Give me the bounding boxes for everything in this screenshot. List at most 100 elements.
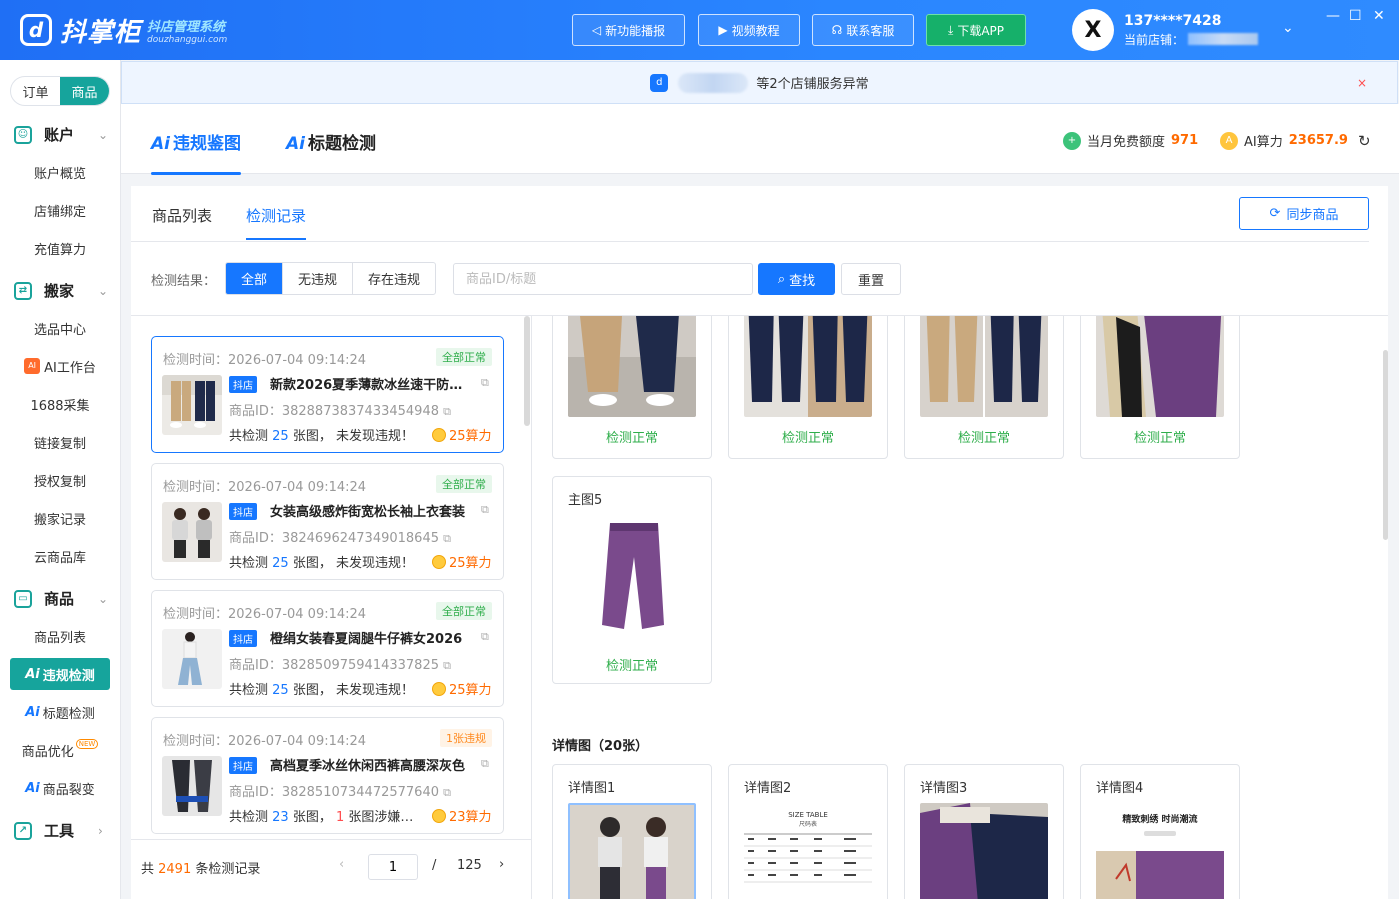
switch-goods[interactable]: 商品 [60,77,109,105]
next-page-icon[interactable]: › [499,857,504,872]
sidebar-item-overview[interactable]: 账户概览 [10,157,110,187]
page-input[interactable] [368,854,418,880]
sync-goods-button[interactable]: ⟳ 同步商品 [1239,197,1369,230]
sidebar-item-title-check[interactable]: Ai 标题检测 [10,697,110,727]
detail-image-card[interactable]: 详情图2 SIZE TABLE 尺码表 [728,764,888,899]
copy-icon[interactable]: ⧉ [443,405,451,418]
sidebar-item-cloud[interactable]: 云商品库 [10,541,110,571]
gallery-scrollbar[interactable] [1383,350,1388,540]
close-icon[interactable]: ✕ [1373,8,1385,24]
image-title: 主图5 [568,493,603,508]
download-app-button[interactable]: ⤓ 下载APP [926,14,1026,46]
sidebar-item-select[interactable]: 选品中心 [10,313,110,343]
maximize-icon[interactable]: ☐ [1349,8,1362,24]
coin-icon: A [1220,131,1238,150]
list-item[interactable]: 检测时间：2026-07-04 09:14:24 全部正常 抖店 女装高级感炸街… [151,463,504,580]
list-scrollbar[interactable] [524,316,530,426]
sidebar-item-auth-copy[interactable]: 授权复制 [10,465,110,495]
sidebar-group-account[interactable]: ☺ 账户 ⌄ [14,124,108,145]
main-image-card[interactable]: 检测正常 [552,316,712,459]
search-icon: ⌕ [777,271,786,287]
sidebar-group-goods[interactable]: ▭ 商品 ⌄ [14,588,108,609]
sidebar-item-1688[interactable]: 1688采集 [10,389,110,419]
product-thumbnail[interactable] [162,629,222,689]
logo-mark: d [20,14,52,46]
copy-icon[interactable]: ⧉ [481,757,489,771]
embroidery-photo [1096,831,1224,899]
notice-bar: d 等2个店铺服务异常 × [121,61,1398,104]
product-image [1096,316,1224,417]
video-tutorial-label: 视频教程 [731,23,780,38]
check-summary: 共检测 25 张图， 未发现违规！ [229,679,419,698]
product-thumbnail[interactable] [162,502,222,562]
copy-icon[interactable]: ⧉ [481,503,489,517]
switch-order[interactable]: 订单 [11,77,60,105]
chevron-down-icon[interactable]: ⌄ [1282,20,1294,36]
summary-prefix: 共检测 [229,429,273,444]
detail-image-card[interactable]: 详情图4 精致刺绣 时尚潮流 [1080,764,1240,899]
power-cost-value: 23算力 [449,810,492,825]
video-tutorial-button[interactable]: ▶ 视频教程 [698,14,800,46]
coin-icon [432,427,446,442]
minimize-icon[interactable]: — [1326,8,1340,24]
sidebar-item-bind[interactable]: 店铺绑定 [10,195,110,225]
refresh-icon[interactable]: ↻ [1358,132,1371,150]
copy-icon[interactable]: ⧉ [443,786,451,799]
sidebar-item-violation[interactable]: Ai 违规检测 [10,658,110,690]
sidebar-group-move[interactable]: ⇄ 搬家 ⌄ [14,280,108,301]
sidebar-group-tools[interactable]: ↗ 工具 › [14,820,103,841]
main-image-card[interactable]: 检测正常 [1080,316,1240,459]
search-button[interactable]: ⌕ 查找 [758,263,835,295]
free-quota-value: 971 [1171,133,1199,148]
tab-records[interactable]: 检测记录 [246,205,307,240]
sidebar-item-optimize[interactable]: 商品优化 NEW [10,735,110,765]
reset-button[interactable]: 重置 [841,263,901,295]
tab-violation-image[interactable]: Ai 违规鉴图 [151,129,241,175]
contact-service-button[interactable]: ☊ 联系客服 [812,14,914,46]
notice-close-icon[interactable]: × [1357,76,1367,90]
shop-badge: 抖店 [229,503,257,520]
notice-text[interactable]: 等2个店铺服务异常 [756,73,868,92]
prev-page-icon[interactable]: ‹ [339,857,344,872]
product-id: 商品ID：3824696247349018645 ⧉ [229,527,451,546]
copy-icon[interactable]: ⧉ [481,376,489,390]
main-image-card[interactable]: 主图5 检测正常 [552,476,712,684]
total-prefix: 共 [141,862,159,877]
filter-no-violation[interactable]: 无违规 [283,263,354,294]
sidebar-item-ai-work[interactable]: AI AI工作台 [10,351,110,381]
copy-icon[interactable]: ⧉ [481,630,489,644]
total-pages: 125 [457,858,482,873]
tab-goods-list[interactable]: 商品列表 [152,205,212,226]
image-count: 23 [272,810,289,825]
violation-suffix: 张图涉嫌违规 [344,810,419,825]
user-menu[interactable]: X 137****7428 当前店铺： [1072,9,1259,51]
filter-has-violation[interactable]: 存在违规 [353,263,435,294]
new-badge: NEW [75,739,99,749]
search-input[interactable] [453,263,753,295]
list-item[interactable]: 检测时间：2026-07-04 09:14:24 全部正常 抖店 橙绢女装春夏阔… [151,590,504,707]
top-bar: d 抖掌柜 抖店管理系统 douzhanggui.com ◁ 新功能播报 ▶ 视频教… [0,0,1399,60]
new-features-button[interactable]: ◁ 新功能播报 [572,14,685,46]
chevron-down-icon: ⌄ [98,127,109,142]
sidebar-item-link-copy[interactable]: 链接复制 [10,427,110,457]
main-image-card[interactable]: 检测正常 [904,316,1064,459]
list-item[interactable]: 检测时间：2026-07-04 09:14:24 全部正常 抖店 新款2026夏… [151,336,504,453]
image-gallery: 检测正常 检测正常 检测正常 检测正常 主图5 检测正常 详情图（20张） 详情… [532,316,1382,899]
filter-all[interactable]: 全部 [226,263,284,294]
list-item[interactable]: 检测时间：2026-07-04 09:14:24 1张违规 抖店 高档夏季冰丝休… [151,717,504,834]
sidebar-item-move-record[interactable]: 搬家记录 [10,503,110,533]
detail-image-card[interactable]: 详情图1 [552,764,712,899]
product-thumbnail[interactable] [162,375,222,435]
pagination: 共 2491 条检测记录 ‹ / 125 › [131,839,531,899]
tab-title-check[interactable]: Ai 标题检测 [286,129,376,154]
main-image-card[interactable]: 检测正常 [728,316,888,459]
copy-icon[interactable]: ⧉ [443,659,451,672]
copy-icon[interactable]: ⧉ [443,532,451,545]
sidebar-item-recharge[interactable]: 充值算力 [10,233,110,263]
product-thumbnail[interactable] [162,756,222,816]
sidebar-item-goods-list[interactable]: 商品列表 [10,621,110,651]
check-summary: 共检测 23 张图， 1 张图涉嫌违规 [229,806,419,825]
sidebar-item-fission[interactable]: Ai 商品裂变 [10,773,110,803]
product-id-text: 商品ID：3824696247349018645 [229,531,439,546]
detail-image-card[interactable]: 详情图3 [904,764,1064,899]
